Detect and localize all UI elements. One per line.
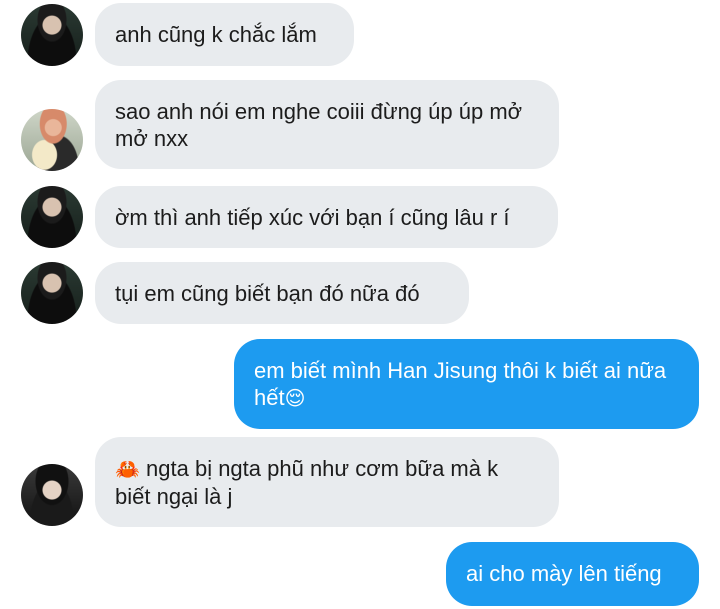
avatar[interactable] [21,4,83,66]
message-bubble[interactable]: tụi em cũng biết bạn đó nữa đó [95,262,469,324]
message-text: tụi em cũng biết bạn đó nữa đó [115,281,420,306]
message-text: ờm thì anh tiếp xúc với bạn í cũng lâu r… [115,205,510,230]
message-bubble[interactable]: em biết mình Han Jisung thôi k biết ai n… [234,339,699,429]
message-bubble[interactable]: anh cũng k chắc lắm [95,3,354,66]
avatar[interactable] [21,109,83,171]
message-text: anh cũng k chắc lắm [115,22,317,47]
avatar[interactable] [21,262,83,324]
message-bubble[interactable]: sao anh nói em nghe coiii đừng úp úp mở … [95,80,559,169]
relieved-face-emoji-icon: 😌 [284,386,306,410]
message-text: sao anh nói em nghe coiii đừng úp úp mở … [115,99,523,151]
avatar[interactable] [21,464,83,526]
message-text: ai cho mày lên tiếng [466,561,662,586]
message-bubble[interactable]: ờm thì anh tiếp xúc với bạn í cũng lâu r… [95,186,558,248]
message-text: em biết mình Han Jisung thôi k biết ai n… [254,358,667,410]
avatar[interactable] [21,186,83,248]
message-bubble[interactable]: ai cho mày lên tiếng [446,542,699,606]
message-bubble[interactable]: 🦀 ngta bị ngta phũ như cơm bữa mà k biết… [95,437,559,527]
message-text: ngta bị ngta phũ như cơm bữa mà k biết n… [115,456,499,509]
crab-emoji-icon: 🦀 [115,457,140,481]
